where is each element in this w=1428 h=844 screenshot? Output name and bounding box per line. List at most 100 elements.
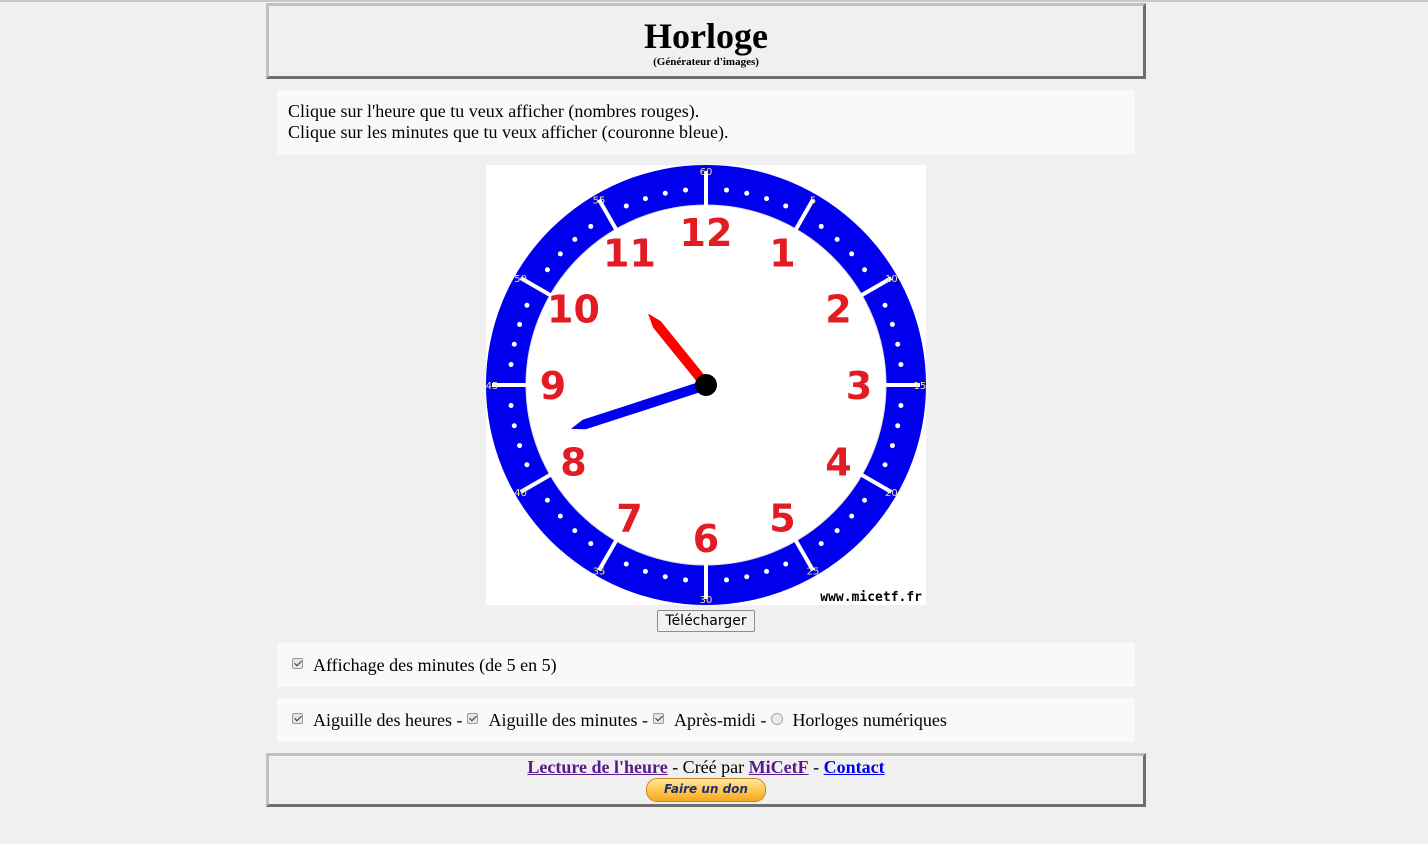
hour-number[interactable]: 10	[547, 288, 600, 332]
afternoon-checkbox[interactable]	[652, 712, 664, 724]
minute-dot	[862, 497, 868, 503]
minute-dot	[642, 568, 648, 574]
clock-center	[695, 374, 717, 396]
hour-number[interactable]: 7	[616, 497, 642, 541]
afternoon-label: Après-midi -	[673, 709, 767, 730]
minute-dot	[511, 423, 517, 429]
instruction-hours: Clique sur l'heure que tu veux afficher …	[288, 101, 700, 121]
minute-dot	[524, 462, 530, 468]
minute-dot	[588, 541, 594, 547]
minute-dot	[849, 513, 855, 519]
footer-separator: -	[808, 757, 824, 777]
page-title: Horloge	[644, 16, 768, 56]
minute-dot	[862, 267, 868, 273]
minute-dot	[889, 443, 895, 449]
page-footer: Lecture de l'heure - Créé par MiCetF - C…	[266, 753, 1146, 807]
hour-number[interactable]: 9	[540, 364, 566, 408]
minute-dot	[557, 251, 563, 257]
minute-label: 50	[514, 274, 527, 285]
minute-dot	[642, 196, 648, 202]
minute-label: 15	[914, 381, 926, 392]
micetf-link[interactable]: MiCetF	[749, 757, 809, 777]
options-row-minutes: Affichage des minutes (de 5 en 5)	[277, 643, 1135, 687]
minute-dot	[744, 190, 750, 196]
minute-dot	[818, 223, 824, 229]
minute-dot	[783, 203, 789, 209]
minute-dot	[508, 402, 514, 408]
minute-dot	[834, 528, 840, 534]
hour-number[interactable]: 8	[560, 441, 586, 485]
minute-dot	[683, 577, 689, 583]
minute-dot	[517, 321, 523, 327]
hour-number[interactable]: 4	[825, 441, 851, 485]
minute-dot	[895, 423, 901, 429]
minute-label: 30	[700, 595, 713, 605]
digital-clocks-label: Horloges numériques	[792, 709, 947, 730]
minute-dot	[623, 203, 629, 209]
minute-dot	[524, 302, 530, 308]
minute-dot	[849, 251, 855, 257]
instructions-panel: Clique sur l'heure que tu veux afficher …	[277, 90, 1135, 154]
minute-label: 55	[593, 196, 606, 207]
minute-dot	[783, 561, 789, 567]
download-button[interactable]: Télécharger	[657, 610, 755, 632]
minute-dot	[898, 362, 904, 368]
minute-dot	[818, 541, 824, 547]
minute-dot	[834, 236, 840, 242]
options-row-hands: Aiguille des heures - Aiguille des minut…	[277, 698, 1135, 742]
minute-dot	[517, 443, 523, 449]
instruction-minutes: Clique sur les minutes que tu veux affic…	[288, 122, 729, 142]
minute-dot	[764, 568, 770, 574]
minute-dot	[895, 341, 901, 347]
hour-number[interactable]: 3	[846, 364, 872, 408]
hour-number[interactable]: 5	[769, 497, 795, 541]
hour-number[interactable]: 2	[825, 288, 851, 332]
minute-dot	[662, 574, 668, 580]
digital-clocks-radio[interactable]	[771, 712, 784, 725]
minute-dot	[744, 574, 750, 580]
hour-number[interactable]: 6	[693, 517, 719, 561]
minute-dot	[544, 497, 550, 503]
minute-dot	[508, 362, 514, 368]
minute-dot	[889, 321, 895, 327]
clock-watermark: www.micetf.fr	[820, 590, 922, 605]
minute-dot	[557, 513, 563, 519]
donate-button[interactable]: Faire un don	[646, 778, 766, 802]
minute-label: 20	[885, 488, 898, 499]
minute-dot	[511, 341, 517, 347]
page-header: Horloge (Générateur d'images)	[266, 3, 1146, 79]
footer-separator-created: - Créé par	[667, 757, 749, 777]
minute-dot	[723, 577, 729, 583]
hour-number[interactable]: 1	[769, 231, 795, 275]
minute-label: 60	[700, 167, 713, 178]
minute-dot	[662, 190, 668, 196]
minute-dot	[882, 302, 888, 308]
contact-link[interactable]: Contact	[824, 757, 885, 777]
minute-label: 10	[885, 274, 898, 285]
hour-number[interactable]: 12	[680, 211, 733, 255]
minute-label: 5	[810, 196, 816, 207]
clock-image[interactable]: 60 5 10 15 20 25 30 35 40 45 50 55 12 1 2 3 4 5 6 7 8 9 10 11 …	[486, 165, 926, 606]
minute-label: 35	[593, 566, 606, 577]
hour-hand-checkbox[interactable]	[292, 712, 303, 724]
minutes-display-checkbox[interactable]	[292, 657, 303, 669]
minute-dot	[623, 561, 629, 567]
minute-dot	[588, 223, 594, 229]
minute-dot	[723, 187, 729, 193]
hour-hand-label: Aiguille des heures -	[313, 709, 463, 730]
reading-time-link[interactable]: Lecture de l'heure	[527, 757, 667, 777]
minute-dot	[572, 236, 578, 242]
page-subtitle: (Générateur d'images)	[653, 56, 759, 68]
hour-number[interactable]: 11	[603, 231, 656, 275]
minute-hand-label: Aiguille des minutes -	[488, 709, 648, 730]
minute-dot	[898, 402, 904, 408]
minute-hand-checkbox[interactable]	[467, 712, 479, 724]
minutes-display-label: Affichage des minutes (de 5 en 5)	[313, 654, 557, 675]
minute-dot	[544, 267, 550, 273]
minute-label: 40	[514, 488, 527, 499]
minute-label: 45	[486, 381, 498, 392]
minute-dot	[764, 196, 770, 202]
footer-links: Lecture de l'heure - Créé par MiCetF - C…	[269, 757, 1143, 777]
minute-dot	[683, 187, 689, 193]
clock-face[interactable]: 60510152025303540455055 12 1234567891011 …	[486, 165, 926, 606]
